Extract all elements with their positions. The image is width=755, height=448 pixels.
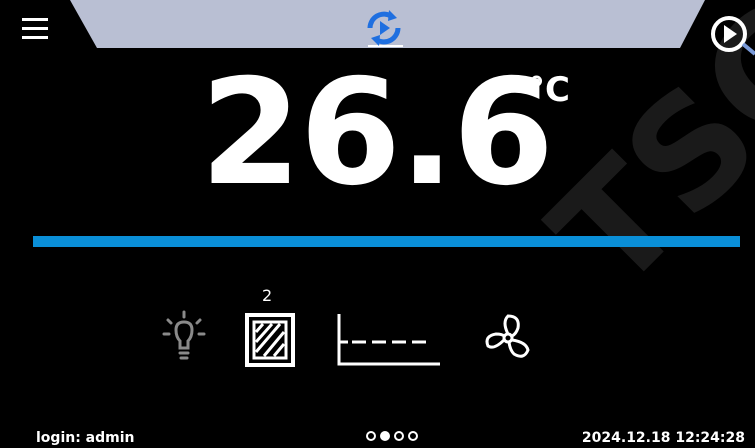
shelf-count: 2	[262, 286, 273, 305]
datetime-label: 2024.12.18 12:24:28	[581, 430, 745, 446]
temperature-value: 26.6	[200, 48, 554, 218]
cycle-icon	[367, 10, 401, 46]
cycle-mode-button[interactable]	[361, 8, 407, 48]
fan-button[interactable]	[480, 310, 536, 370]
page-dot-2[interactable]	[380, 431, 390, 441]
page-dot-3[interactable]	[394, 431, 404, 441]
step-profile-icon	[337, 314, 440, 366]
shelves-button[interactable]	[244, 312, 296, 372]
page-dot-1[interactable]	[366, 431, 376, 441]
temperature-display: 26.6 °C	[200, 58, 600, 208]
progress-bar	[33, 236, 740, 247]
hamburger-line	[22, 27, 48, 30]
page-indicator	[366, 431, 418, 441]
page-dot-4[interactable]	[408, 431, 418, 441]
menu-button[interactable]	[22, 18, 48, 46]
profile-button[interactable]	[336, 314, 442, 372]
play-circle-icon	[711, 16, 755, 56]
hamburger-line	[22, 36, 48, 39]
login-label: login: admin	[36, 430, 135, 446]
hamburger-icon	[22, 18, 48, 21]
start-program-button[interactable]	[709, 14, 755, 60]
light-button[interactable]	[162, 310, 206, 372]
lightbulb-icon	[162, 310, 206, 360]
shelves-icon	[245, 313, 295, 367]
status-footer: login: admin 2024.12.18 12:24:28	[0, 428, 755, 448]
temperature-unit: °C	[528, 70, 570, 110]
progress-fill	[33, 236, 740, 247]
fan-icon	[485, 314, 530, 358]
